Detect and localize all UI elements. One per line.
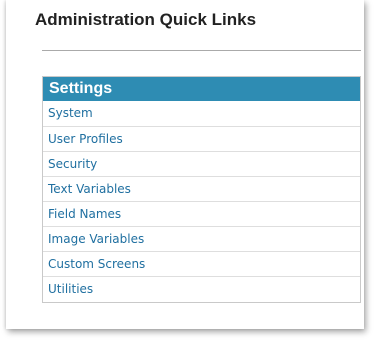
quick-links-card: Administration Quick Links Settings Syst…: [6, 0, 364, 329]
settings-link-security[interactable]: Security: [43, 151, 360, 176]
settings-link-system[interactable]: System: [43, 101, 360, 126]
settings-link-field-names[interactable]: Field Names: [43, 201, 360, 226]
settings-panel: Settings System User Profiles Security T…: [42, 76, 361, 303]
settings-link-text-variables[interactable]: Text Variables: [43, 176, 360, 201]
settings-link-utilities[interactable]: Utilities: [43, 276, 360, 301]
settings-link-list: System User Profiles Security Text Varia…: [43, 101, 360, 301]
title-divider: [42, 50, 361, 51]
page-title: Administration Quick Links: [35, 10, 257, 29]
settings-link-custom-screens[interactable]: Custom Screens: [43, 251, 360, 276]
settings-panel-header: Settings: [43, 77, 360, 101]
settings-link-image-variables[interactable]: Image Variables: [43, 226, 360, 251]
settings-link-user-profiles[interactable]: User Profiles: [43, 126, 360, 151]
